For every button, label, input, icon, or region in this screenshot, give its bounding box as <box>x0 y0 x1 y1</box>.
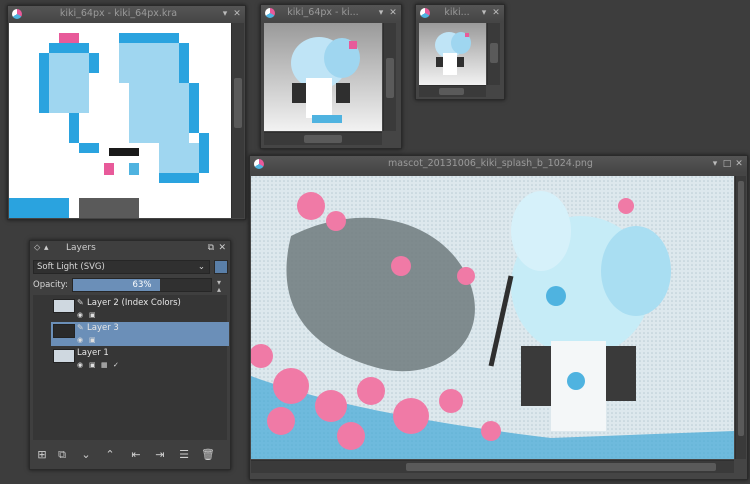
filter-icon[interactable] <box>214 260 228 274</box>
delete-layer-icon[interactable]: 🗑 <box>199 447 217 463</box>
add-layer-icon[interactable]: ⊞ <box>33 447 51 463</box>
move-up-icon[interactable]: ⌃ <box>101 447 119 463</box>
minimize-icon[interactable]: ▾ <box>709 156 721 172</box>
layers-docker-header: ⬦ ▴ Layers ⧉ ✕ <box>30 241 230 256</box>
opacity-label: Opacity: <box>33 280 68 290</box>
blend-mode-select[interactable]: Soft Light (SVG) ⌄ <box>33 260 210 274</box>
layers-docker-title: Layers <box>66 243 96 253</box>
float-icon[interactable]: ▴ <box>44 241 49 256</box>
minimize-icon[interactable]: ▾ <box>375 5 387 21</box>
close-icon[interactable]: ✕ <box>490 5 502 21</box>
krita-app-icon <box>12 9 22 19</box>
preview-canvas[interactable] <box>264 23 382 131</box>
chevron-down-icon: ⌄ <box>197 262 205 272</box>
pixel-art-closeup <box>9 23 231 218</box>
lock-layer-icon[interactable]: ▣ <box>89 336 96 344</box>
visibility-icon[interactable]: ◉ <box>77 336 83 344</box>
layer-thumbnail <box>53 299 75 313</box>
opacity-slider[interactable]: 63% <box>72 278 212 292</box>
krita-app-icon <box>420 8 430 18</box>
visibility-icon[interactable]: ◉ <box>77 311 83 319</box>
alpha-lock-icon[interactable]: ▦ <box>101 361 108 369</box>
brush-icon: ✎ <box>77 298 84 307</box>
pixel-art-preview <box>291 37 360 123</box>
move-down-icon[interactable]: ⌄ <box>77 447 95 463</box>
tiny-preview-window[interactable]: kiki... ▾ ✕ <box>415 4 505 100</box>
splash-canvas[interactable] <box>251 176 734 459</box>
pixel-art-tiny-preview <box>435 32 471 75</box>
zoom-vertical-scroll-thumb[interactable] <box>234 78 242 128</box>
opacity-value: 63% <box>132 280 152 290</box>
layers-docker[interactable]: ⬦ ▴ Layers ⧉ ✕ Soft Light (SVG) ⌄ Opacit… <box>29 240 231 470</box>
tiny-horizontal-scrollbar[interactable] <box>419 85 486 97</box>
preview-horizontal-scrollbar[interactable] <box>264 132 382 145</box>
tiny-preview-titlebar[interactable]: kiki... ▾ ✕ <box>416 5 504 21</box>
krita-app-icon <box>265 8 275 18</box>
preview-titlebar[interactable]: kiki_64px - ki... ▾ ✕ <box>261 5 401 21</box>
preview-window[interactable]: kiki_64px - ki... ▾ ✕ <box>260 4 402 149</box>
minimize-icon[interactable]: ▾ <box>219 6 231 22</box>
layer-name: Layer 2 (Index Colors) <box>87 298 181 308</box>
tiny-horizontal-scroll-thumb[interactable] <box>439 88 464 95</box>
layer-thumbnail <box>53 349 75 363</box>
layer-row-layer-2[interactable]: ✎ Layer 2 (Index Colors) ◉ ▣ <box>51 297 229 321</box>
layer-name: Layer 3 <box>87 323 119 333</box>
splash-horizontal-scroll-thumb[interactable] <box>406 463 716 471</box>
splash-vertical-scroll-thumb[interactable] <box>738 181 744 436</box>
blend-mode-value: Soft Light (SVG) <box>37 262 105 272</box>
zoom-view-window[interactable]: kiki_64px - kiki_64px.kra ▾ ✕ <box>7 5 246 220</box>
brush-icon: ✎ <box>77 323 84 332</box>
minimize-icon[interactable]: ▾ <box>478 5 490 21</box>
close-icon[interactable]: ✕ <box>733 156 745 172</box>
splash-title: mascot_20131006_kiki_splash_b_1024.png <box>388 158 593 169</box>
tiny-preview-title: kiki... <box>444 7 470 18</box>
maximize-icon[interactable]: □ <box>721 156 733 172</box>
splash-titlebar[interactable]: mascot_20131006_kiki_splash_b_1024.png ▾… <box>250 156 747 172</box>
merge-down-icon[interactable]: ⇥ <box>151 447 169 463</box>
close-icon[interactable]: ✕ <box>231 6 243 22</box>
visibility-icon[interactable]: ◉ <box>77 361 83 369</box>
layer-thumbnail <box>53 324 75 338</box>
float-window-icon[interactable]: ⧉ <box>208 241 214 256</box>
zoom-vertical-scrollbar[interactable] <box>231 23 244 218</box>
lock-icon[interactable]: ⬦ <box>34 241 40 256</box>
tiny-preview-canvas[interactable] <box>419 23 486 85</box>
layer-list[interactable]: ✎ Layer 2 (Index Colors) ◉ ▣ ✎ Layer 3 ◉… <box>33 295 229 440</box>
preview-title: kiki_64px - ki... <box>287 7 359 18</box>
preview-vertical-scroll-thumb[interactable] <box>386 58 394 98</box>
tiny-vertical-scrollbar[interactable] <box>487 23 500 85</box>
layer-name: Layer 1 <box>77 348 109 358</box>
preview-vertical-scrollbar[interactable] <box>383 23 396 131</box>
settings-icon[interactable]: ☰ <box>175 447 193 463</box>
close-docker-icon[interactable]: ✕ <box>218 241 226 256</box>
zoom-view-titlebar[interactable]: kiki_64px - kiki_64px.kra ▾ ✕ <box>8 6 245 22</box>
duplicate-layer-icon[interactable]: ⧉ <box>53 447 71 463</box>
inherit-alpha-icon[interactable]: ✓ <box>113 361 119 369</box>
lock-layer-icon[interactable]: ▣ <box>89 311 96 319</box>
tiny-vertical-scroll-thumb[interactable] <box>490 43 498 63</box>
zoom-canvas[interactable] <box>9 23 231 218</box>
lock-layer-icon[interactable]: ▣ <box>89 361 96 369</box>
preview-horizontal-scroll-thumb[interactable] <box>304 135 342 143</box>
zoom-view-title: kiki_64px - kiki_64px.kra <box>59 8 178 19</box>
splash-artwork <box>251 176 734 459</box>
krita-app-icon <box>254 159 264 169</box>
layer-properties-icon[interactable]: ⇤ <box>127 447 145 463</box>
layer-row-layer-1[interactable]: Layer 1 ◉ ▣ ▦ ✓ <box>51 347 229 371</box>
splash-window[interactable]: mascot_20131006_kiki_splash_b_1024.png ▾… <box>249 155 748 480</box>
layers-toolbar: ⊞ ⧉ ⌄ ⌃ ⇤ ⇥ ☰ 🗑 <box>33 447 227 463</box>
splash-vertical-scrollbar[interactable] <box>735 176 746 459</box>
splash-horizontal-scrollbar[interactable] <box>251 460 734 473</box>
close-icon[interactable]: ✕ <box>387 5 399 21</box>
layer-row-layer-3[interactable]: ✎ Layer 3 ◉ ▣ <box>51 322 229 346</box>
opacity-increase-icon[interactable]: ▴ <box>214 285 224 295</box>
